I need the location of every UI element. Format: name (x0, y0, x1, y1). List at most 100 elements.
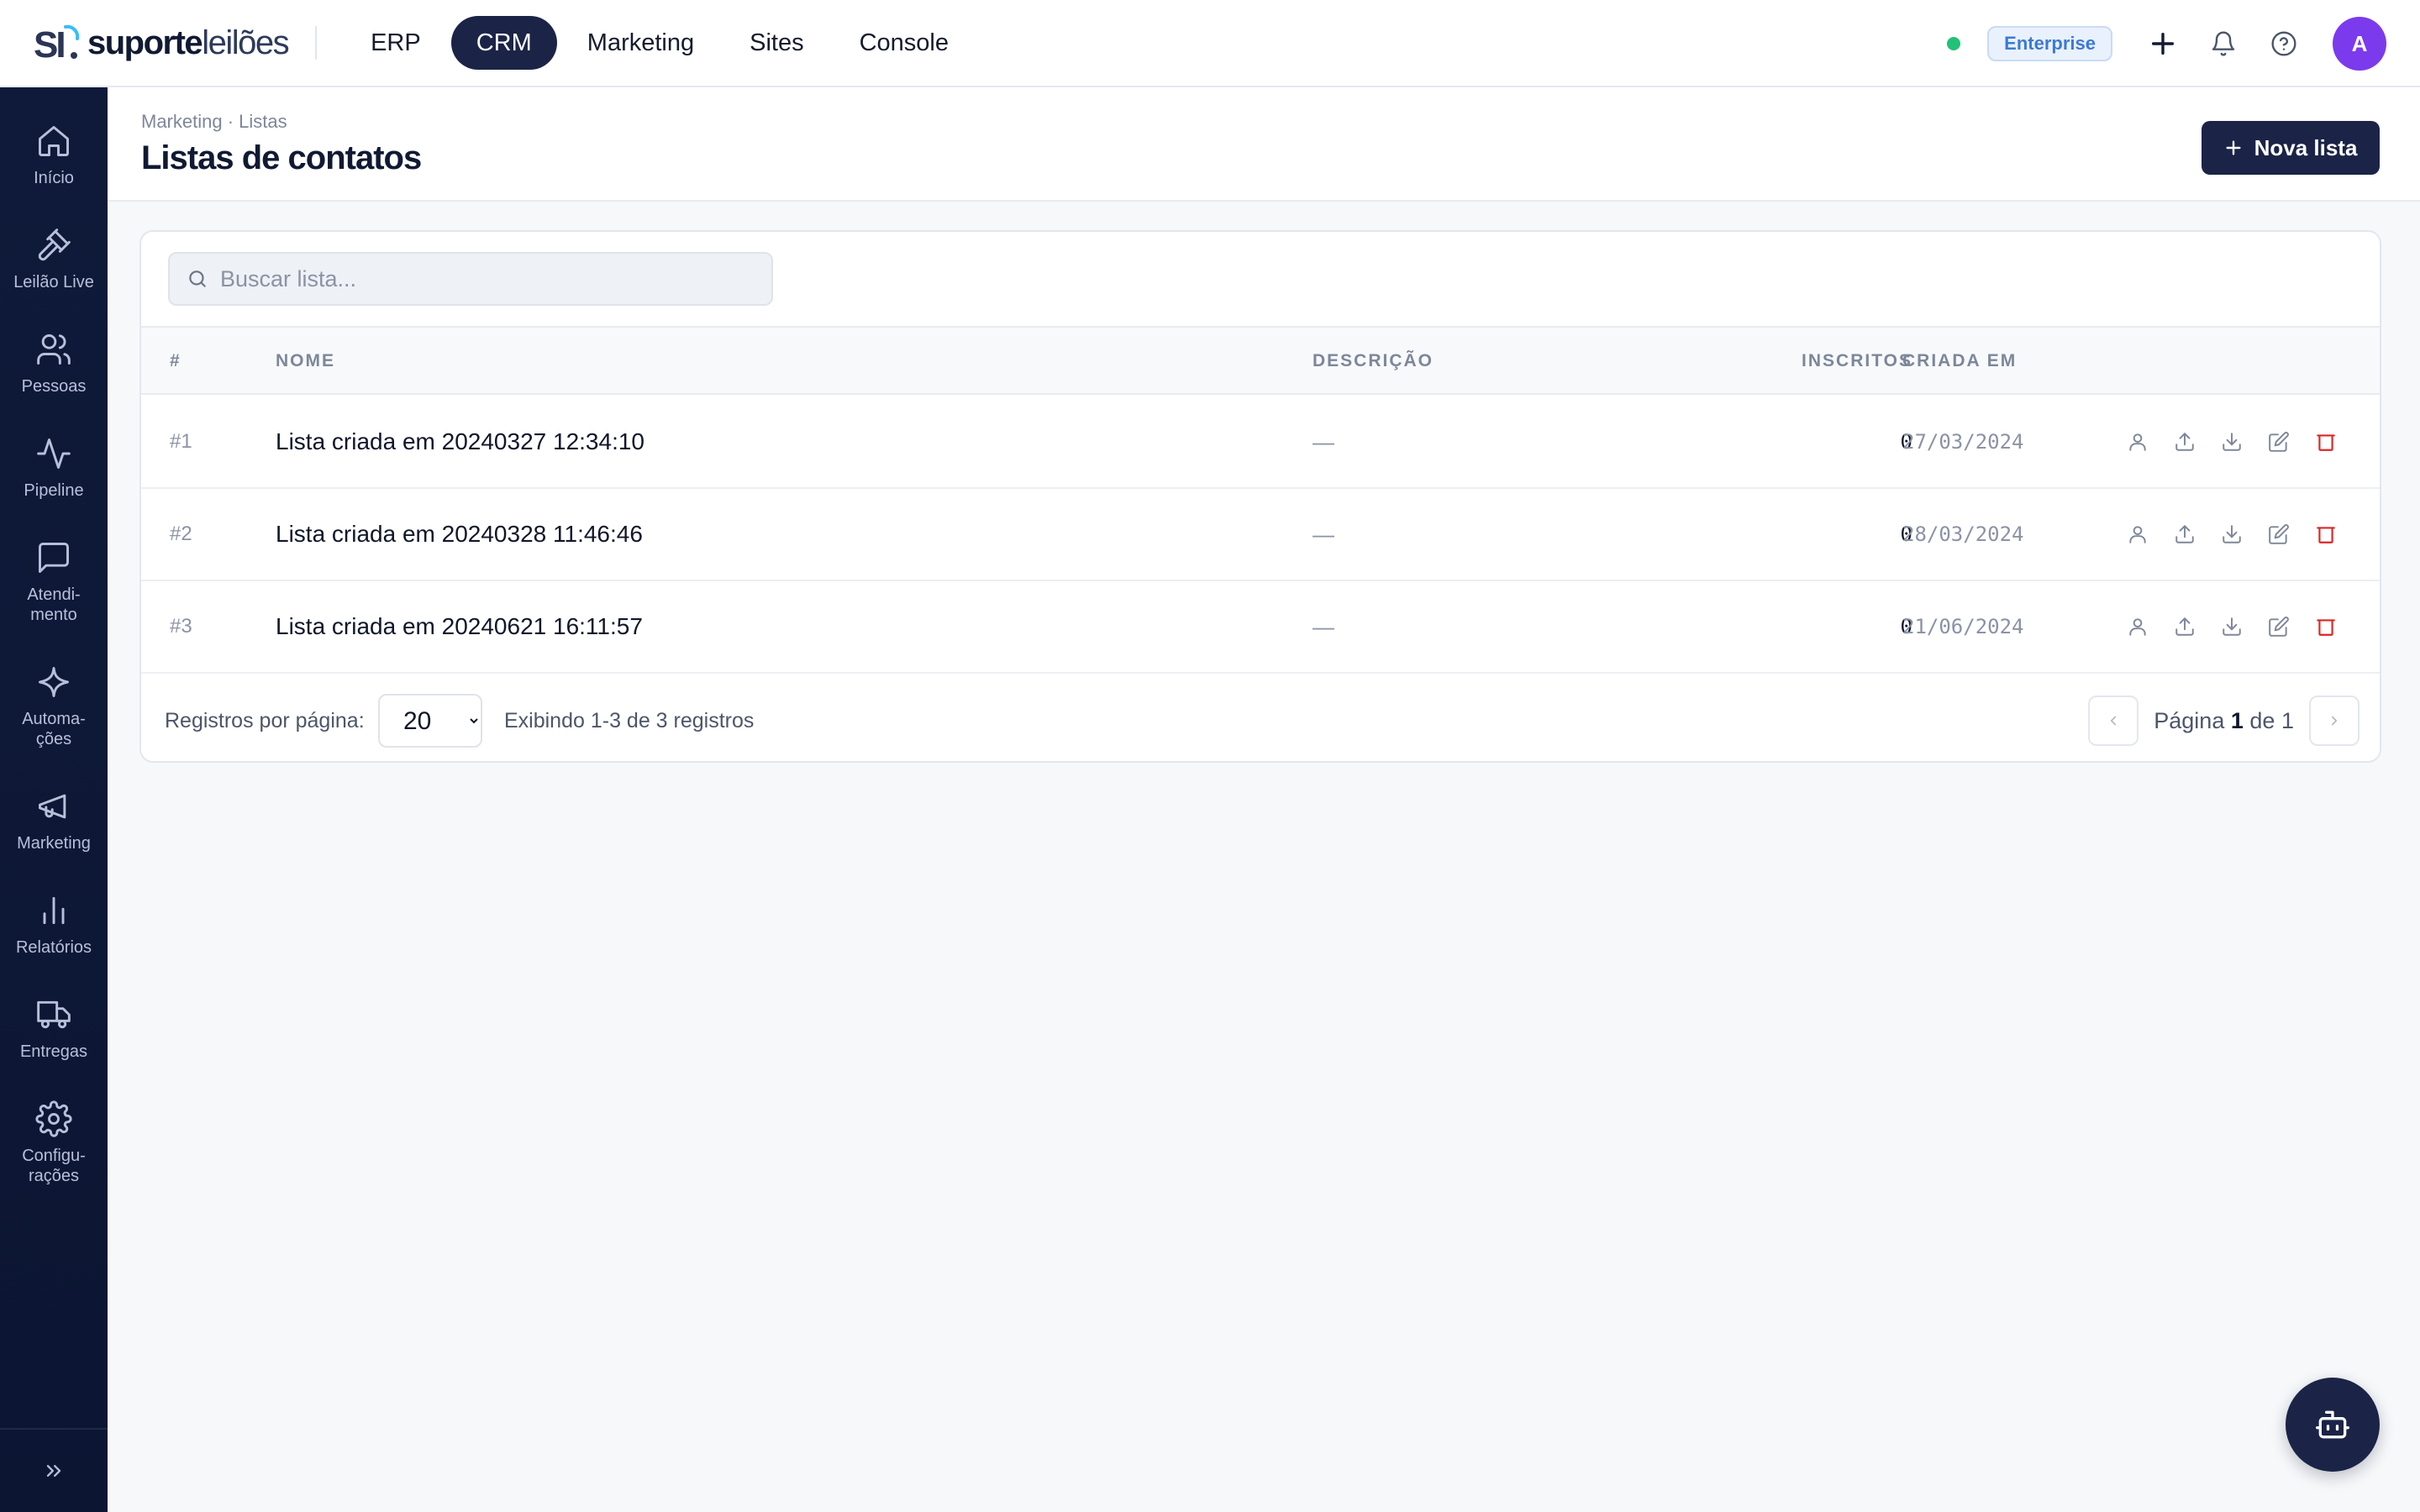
sidebar-item-entregas[interactable]: Entregas (0, 996, 108, 1062)
view-subscribers-button[interactable] (2124, 613, 2151, 640)
upload-icon (2175, 525, 2194, 543)
rows-per-page-label: Registros por página: (165, 709, 365, 732)
next-page-button[interactable] (2309, 696, 2360, 746)
edit-button[interactable] (2265, 428, 2292, 455)
import-button[interactable] (2171, 521, 2198, 548)
bar-chart-icon (43, 896, 65, 925)
sidebar-item-inicio[interactable]: Início (0, 123, 108, 188)
row-actions (2124, 521, 2339, 548)
edit-icon (2269, 617, 2289, 637)
logo-mark-icon: SI (34, 24, 80, 64)
row-description: — (1313, 614, 1334, 639)
trash-icon (2317, 527, 2335, 543)
plan-badge: Enterprise (1987, 26, 2112, 61)
sidebar-item-marketing[interactable]: Marketing (0, 788, 108, 853)
users-icon (37, 334, 71, 365)
sidebar-collapse-button[interactable] (0, 1428, 108, 1512)
svg-text:SI: SI (34, 24, 64, 64)
export-button[interactable] (2218, 428, 2245, 455)
megaphone-icon (39, 794, 66, 819)
table-header: # NOME DESCRIÇÃO INSCRITOS CRIADA EM (141, 326, 2380, 395)
import-button[interactable] (2171, 613, 2198, 640)
sidebar: Início Leilão Live Pessoas Pipeline Aten… (0, 87, 108, 1512)
page-title: Listas de contatos (141, 139, 422, 176)
search-icon (189, 270, 206, 287)
row-id: #2 (170, 522, 192, 545)
rows-per-page-select[interactable]: 10 20 50 100 (378, 694, 482, 748)
search-input[interactable] (220, 265, 758, 292)
sidebar-item-leilao-live[interactable]: Leilão Live (0, 227, 108, 292)
sidebar-item-label: Marketing (17, 834, 91, 853)
top-bar: SI suporteleilões ERP CRM Marketing Site… (0, 0, 2420, 87)
sidebar-item-configuracoes[interactable]: Configu- rações (0, 1100, 108, 1186)
edit-button[interactable] (2265, 613, 2292, 640)
delete-button[interactable] (2312, 428, 2339, 455)
brand-logo[interactable]: SI suporteleilões (34, 18, 290, 68)
column-header-id[interactable]: # (170, 328, 182, 395)
row-created-date: 28/03/2024 (1902, 522, 2024, 546)
column-header-subscribers[interactable]: INSCRITOS (1802, 328, 1912, 395)
view-subscribers-button[interactable] (2124, 428, 2151, 455)
view-subscribers-button[interactable] (2124, 521, 2151, 548)
sidebar-item-atendimento[interactable]: Atendi- mento (0, 539, 108, 625)
column-header-created[interactable]: CRIADA EM (1902, 328, 2017, 395)
top-nav-erp[interactable]: ERP (345, 16, 446, 70)
top-nav: ERP CRM Marketing Sites Console (345, 16, 974, 70)
export-button[interactable] (2218, 613, 2245, 640)
assistant-button[interactable] (2286, 1378, 2380, 1472)
row-description: — (1313, 429, 1334, 454)
top-nav-marketing[interactable]: Marketing (562, 16, 719, 70)
sidebar-item-label: Leilão Live (13, 273, 94, 291)
top-nav-console[interactable]: Console (834, 16, 974, 70)
sidebar-item-pessoas[interactable]: Pessoas (0, 331, 108, 396)
page-header: Marketing · Listas Listas de contatos No… (108, 87, 2420, 202)
chevrons-right-icon (46, 1465, 61, 1477)
delete-button[interactable] (2312, 521, 2339, 548)
download-icon (2223, 525, 2241, 543)
edit-button[interactable] (2265, 521, 2292, 548)
delete-button[interactable] (2312, 613, 2339, 640)
row-name[interactable]: Lista criada em 20240327 12:34:10 (276, 396, 644, 487)
top-nav-sites[interactable]: Sites (724, 16, 829, 70)
row-name[interactable]: Lista criada em 20240621 16:11:57 (276, 581, 643, 672)
bell-icon[interactable] (2205, 25, 2242, 62)
download-icon (2223, 617, 2241, 636)
row-id: #3 (170, 615, 192, 638)
table-row[interactable]: #2 Lista criada em 20240328 11:46:46 — 0… (141, 489, 2380, 581)
plus-icon[interactable] (2144, 25, 2181, 62)
column-header-name[interactable]: NOME (276, 328, 335, 395)
divider (315, 26, 318, 60)
row-created-date: 21/06/2024 (1902, 615, 2024, 638)
table-row[interactable]: #3 Lista criada em 20240621 16:11:57 — 0… (141, 581, 2380, 674)
edit-icon (2269, 524, 2289, 544)
sidebar-item-relatorios[interactable]: Relatórios (0, 892, 108, 958)
sidebar-item-label: Pipeline (24, 481, 84, 500)
user-icon (2129, 618, 2146, 636)
user-icon (2129, 526, 2146, 543)
records-count: Exibindo 1-3 de 3 registros (504, 709, 755, 732)
home-icon (39, 126, 69, 156)
export-button[interactable] (2218, 521, 2245, 548)
chevron-right-icon (2331, 716, 2338, 726)
row-name[interactable]: Lista criada em 20240328 11:46:46 (276, 489, 643, 580)
new-list-button[interactable]: Nova lista (2202, 121, 2380, 175)
help-circle-icon[interactable] (2265, 25, 2302, 62)
previous-page-button[interactable] (2088, 696, 2139, 746)
sidebar-item-label: Automa- ções (22, 710, 86, 748)
import-button[interactable] (2171, 428, 2198, 455)
column-header-description[interactable]: DESCRIÇÃO (1313, 328, 1434, 395)
download-icon (2223, 433, 2241, 451)
avatar[interactable]: A (2333, 17, 2386, 71)
sidebar-item-label: Pessoas (21, 377, 87, 396)
breadcrumb[interactable]: Marketing · Listas (141, 111, 287, 133)
sidebar-item-pipeline[interactable]: Pipeline (0, 435, 108, 501)
table-row[interactable]: #1 Lista criada em 20240327 12:34:10 — 0… (141, 396, 2380, 489)
search-box[interactable] (168, 252, 773, 306)
sidebar-item-automacoes[interactable]: Automa- ções (0, 664, 108, 749)
brand-name: suporteleilões (87, 24, 290, 61)
chevron-left-icon (2111, 716, 2117, 726)
trash-icon (2317, 434, 2335, 451)
message-square-icon (39, 543, 69, 573)
trash-icon (2317, 619, 2335, 636)
top-nav-crm[interactable]: CRM (450, 16, 557, 70)
